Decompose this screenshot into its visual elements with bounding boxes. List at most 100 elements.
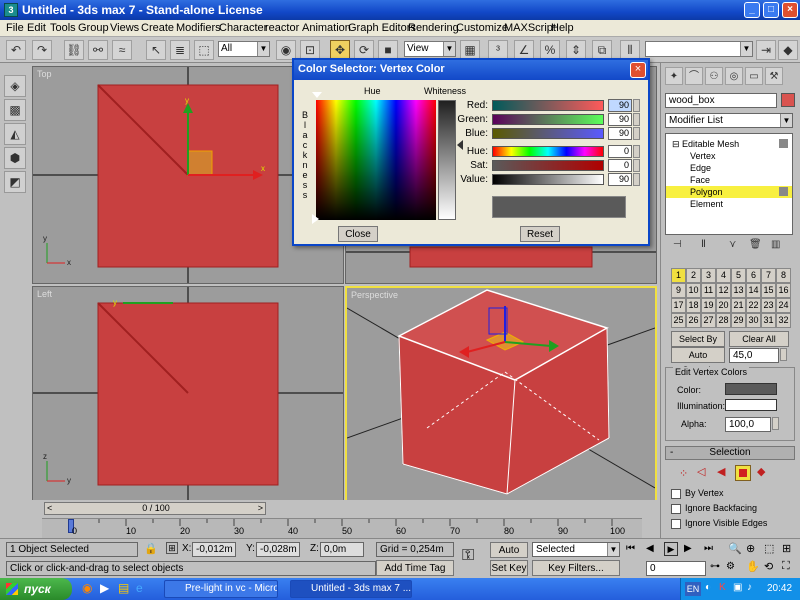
menu-maxscript[interactable]: MAXScript (504, 22, 556, 34)
sg-button[interactable]: 15 (761, 283, 776, 298)
sg-button[interactable]: 26 (686, 313, 701, 328)
go-to-start-icon[interactable]: ⏮ (626, 543, 635, 554)
green-spinner[interactable] (633, 113, 640, 126)
sg-button[interactable]: 30 (746, 313, 761, 328)
minimize-button[interactable]: _ (744, 2, 760, 18)
light-bulb-icon[interactable] (779, 139, 788, 148)
task-3dsmax[interactable]: Untitled - 3ds max 7 ... (290, 580, 412, 598)
menu-graph-editors[interactable]: Graph Editors (348, 22, 416, 34)
absolute-mode-icon[interactable]: ⊞ (166, 542, 178, 554)
select-by-name-icon[interactable]: ≣ (170, 40, 190, 60)
configure-modifier-sets-icon[interactable]: ▥ (771, 239, 780, 250)
snap-3d-icon[interactable]: ³ (488, 40, 508, 60)
sg-button[interactable]: 5 (731, 268, 746, 283)
sg-button[interactable]: 22 (746, 298, 761, 313)
select-rotate-icon[interactable]: ⟳ (354, 40, 374, 60)
sg-button[interactable]: 31 (761, 313, 776, 328)
selection-filter-dropdown[interactable]: All ▼ (218, 41, 270, 57)
menu-create[interactable]: Create (141, 22, 174, 34)
sg-button[interactable]: 27 (701, 313, 716, 328)
clear-all-button[interactable]: Clear All (729, 331, 789, 347)
sat-value[interactable]: 0 (608, 159, 632, 172)
sg-button[interactable]: 21 (731, 298, 746, 313)
menu-customize[interactable]: Customize (456, 22, 508, 34)
ie-icon[interactable]: e (136, 581, 143, 595)
red-spinner[interactable] (633, 99, 640, 112)
alpha-field[interactable]: 100,0 (725, 417, 771, 432)
selection-rollout[interactable]: - Selection (665, 446, 795, 460)
menu-reactor[interactable]: reactor (265, 22, 299, 34)
pan-icon[interactable]: ✋ (746, 560, 760, 573)
undo-icon[interactable]: ↶ (6, 40, 26, 60)
zoom-icon[interactable]: 🔍 (728, 542, 742, 555)
firefox-icon[interactable]: ◉ (82, 581, 92, 595)
antivirus-icon[interactable]: K (719, 582, 726, 593)
key-icon[interactable]: ⚿ (462, 547, 474, 565)
value-slider[interactable] (492, 174, 604, 185)
reset-button[interactable]: Reset (520, 226, 560, 242)
media-player-icon[interactable]: ▶ (100, 581, 109, 595)
menu-group[interactable]: Group (78, 22, 109, 34)
cloth-icon[interactable]: ▩ (4, 99, 26, 121)
sg-button[interactable]: 24 (776, 298, 791, 313)
face-mode-icon[interactable]: ◀ (717, 465, 725, 478)
green-value[interactable]: 90 (608, 113, 632, 126)
zoom-all-icon[interactable]: ⊕ (746, 542, 755, 555)
menu-help[interactable]: Help (551, 22, 574, 34)
select-move-icon[interactable]: ✥ (330, 40, 350, 60)
language-indicator[interactable]: EN (685, 582, 701, 596)
viewport-perspective[interactable]: Perspective (345, 286, 657, 502)
play-icon[interactable]: ▶ (664, 542, 678, 556)
blue-slider[interactable] (492, 128, 604, 139)
sg-button[interactable]: 9 (671, 283, 686, 298)
z-coordinate[interactable]: 0,0m (320, 542, 364, 557)
object-color-swatch[interactable] (781, 93, 795, 107)
mirror-icon[interactable]: ⦀ (620, 40, 640, 60)
percent-snap-icon[interactable]: % (540, 40, 560, 60)
named-selection-dropdown[interactable]: ▼ (645, 41, 753, 57)
zoom-extents-icon[interactable]: ⬚ (764, 542, 774, 555)
red-slider[interactable] (492, 100, 604, 111)
x-coordinate[interactable]: -0,012m (192, 542, 236, 557)
sg-button[interactable]: 14 (746, 283, 761, 298)
soft-body-icon[interactable]: ◭ (4, 123, 26, 145)
pivot-center-icon[interactable]: ▦ (460, 40, 480, 60)
hue-pointer-icon[interactable] (312, 92, 322, 100)
create-tab-icon[interactable]: ✦ (665, 67, 683, 85)
hue-blackness-picker[interactable] (316, 100, 436, 220)
utilities-tab-icon[interactable]: ⚒ (765, 67, 783, 85)
light-bulb-icon[interactable] (779, 187, 788, 196)
sg-button[interactable]: 7 (761, 268, 776, 283)
sg-button[interactable]: 19 (701, 298, 716, 313)
pin-stack-icon[interactable]: ⊣ (673, 239, 682, 250)
close-dialog-button[interactable]: Close (338, 226, 378, 242)
sg-button[interactable]: 4 (716, 268, 731, 283)
sg-button[interactable]: 29 (731, 313, 746, 328)
key-mode-dropdown[interactable]: Selected ▼ (532, 542, 620, 557)
stack-item-edge[interactable]: Edge (666, 162, 792, 174)
stack-item-polygon[interactable]: Polygon (666, 186, 792, 198)
modify-tab-icon[interactable]: ⌒ (685, 67, 703, 85)
edit-named-selection-icon[interactable]: ⧉ (592, 40, 612, 60)
auto-key-button[interactable]: Auto Key (490, 542, 528, 571)
sg-button[interactable]: 2 (686, 268, 701, 283)
start-button[interactable]: пуск (0, 578, 72, 600)
sg-button[interactable]: 3 (701, 268, 716, 283)
current-frame-field[interactable]: 0 (646, 561, 706, 576)
vertex-color-swatch[interactable] (725, 383, 777, 395)
sg-button[interactable]: 13 (731, 283, 746, 298)
auto-smooth-threshold[interactable]: 45,0 (729, 348, 779, 363)
menu-file[interactable]: File (6, 22, 24, 34)
select-link-icon[interactable]: ⛓ (64, 40, 84, 60)
volume-icon[interactable]: ♪ (747, 582, 752, 593)
stack-item-element[interactable]: Element (666, 198, 792, 210)
key-filters-button[interactable]: Key Filters... (532, 560, 620, 576)
go-to-end-icon[interactable]: ⏭ (704, 543, 713, 554)
window-crossing-icon[interactable]: ⊡ (300, 40, 320, 60)
value-spinner[interactable] (633, 173, 640, 186)
sg-button[interactable]: 1 (671, 268, 686, 283)
red-value[interactable]: 90 (608, 99, 632, 112)
ignore-visible-edges-checkbox[interactable] (671, 519, 681, 529)
show-end-result-icon[interactable]: Ⅱ (701, 239, 706, 250)
deforming-mesh-icon[interactable]: ◩ (4, 171, 26, 193)
